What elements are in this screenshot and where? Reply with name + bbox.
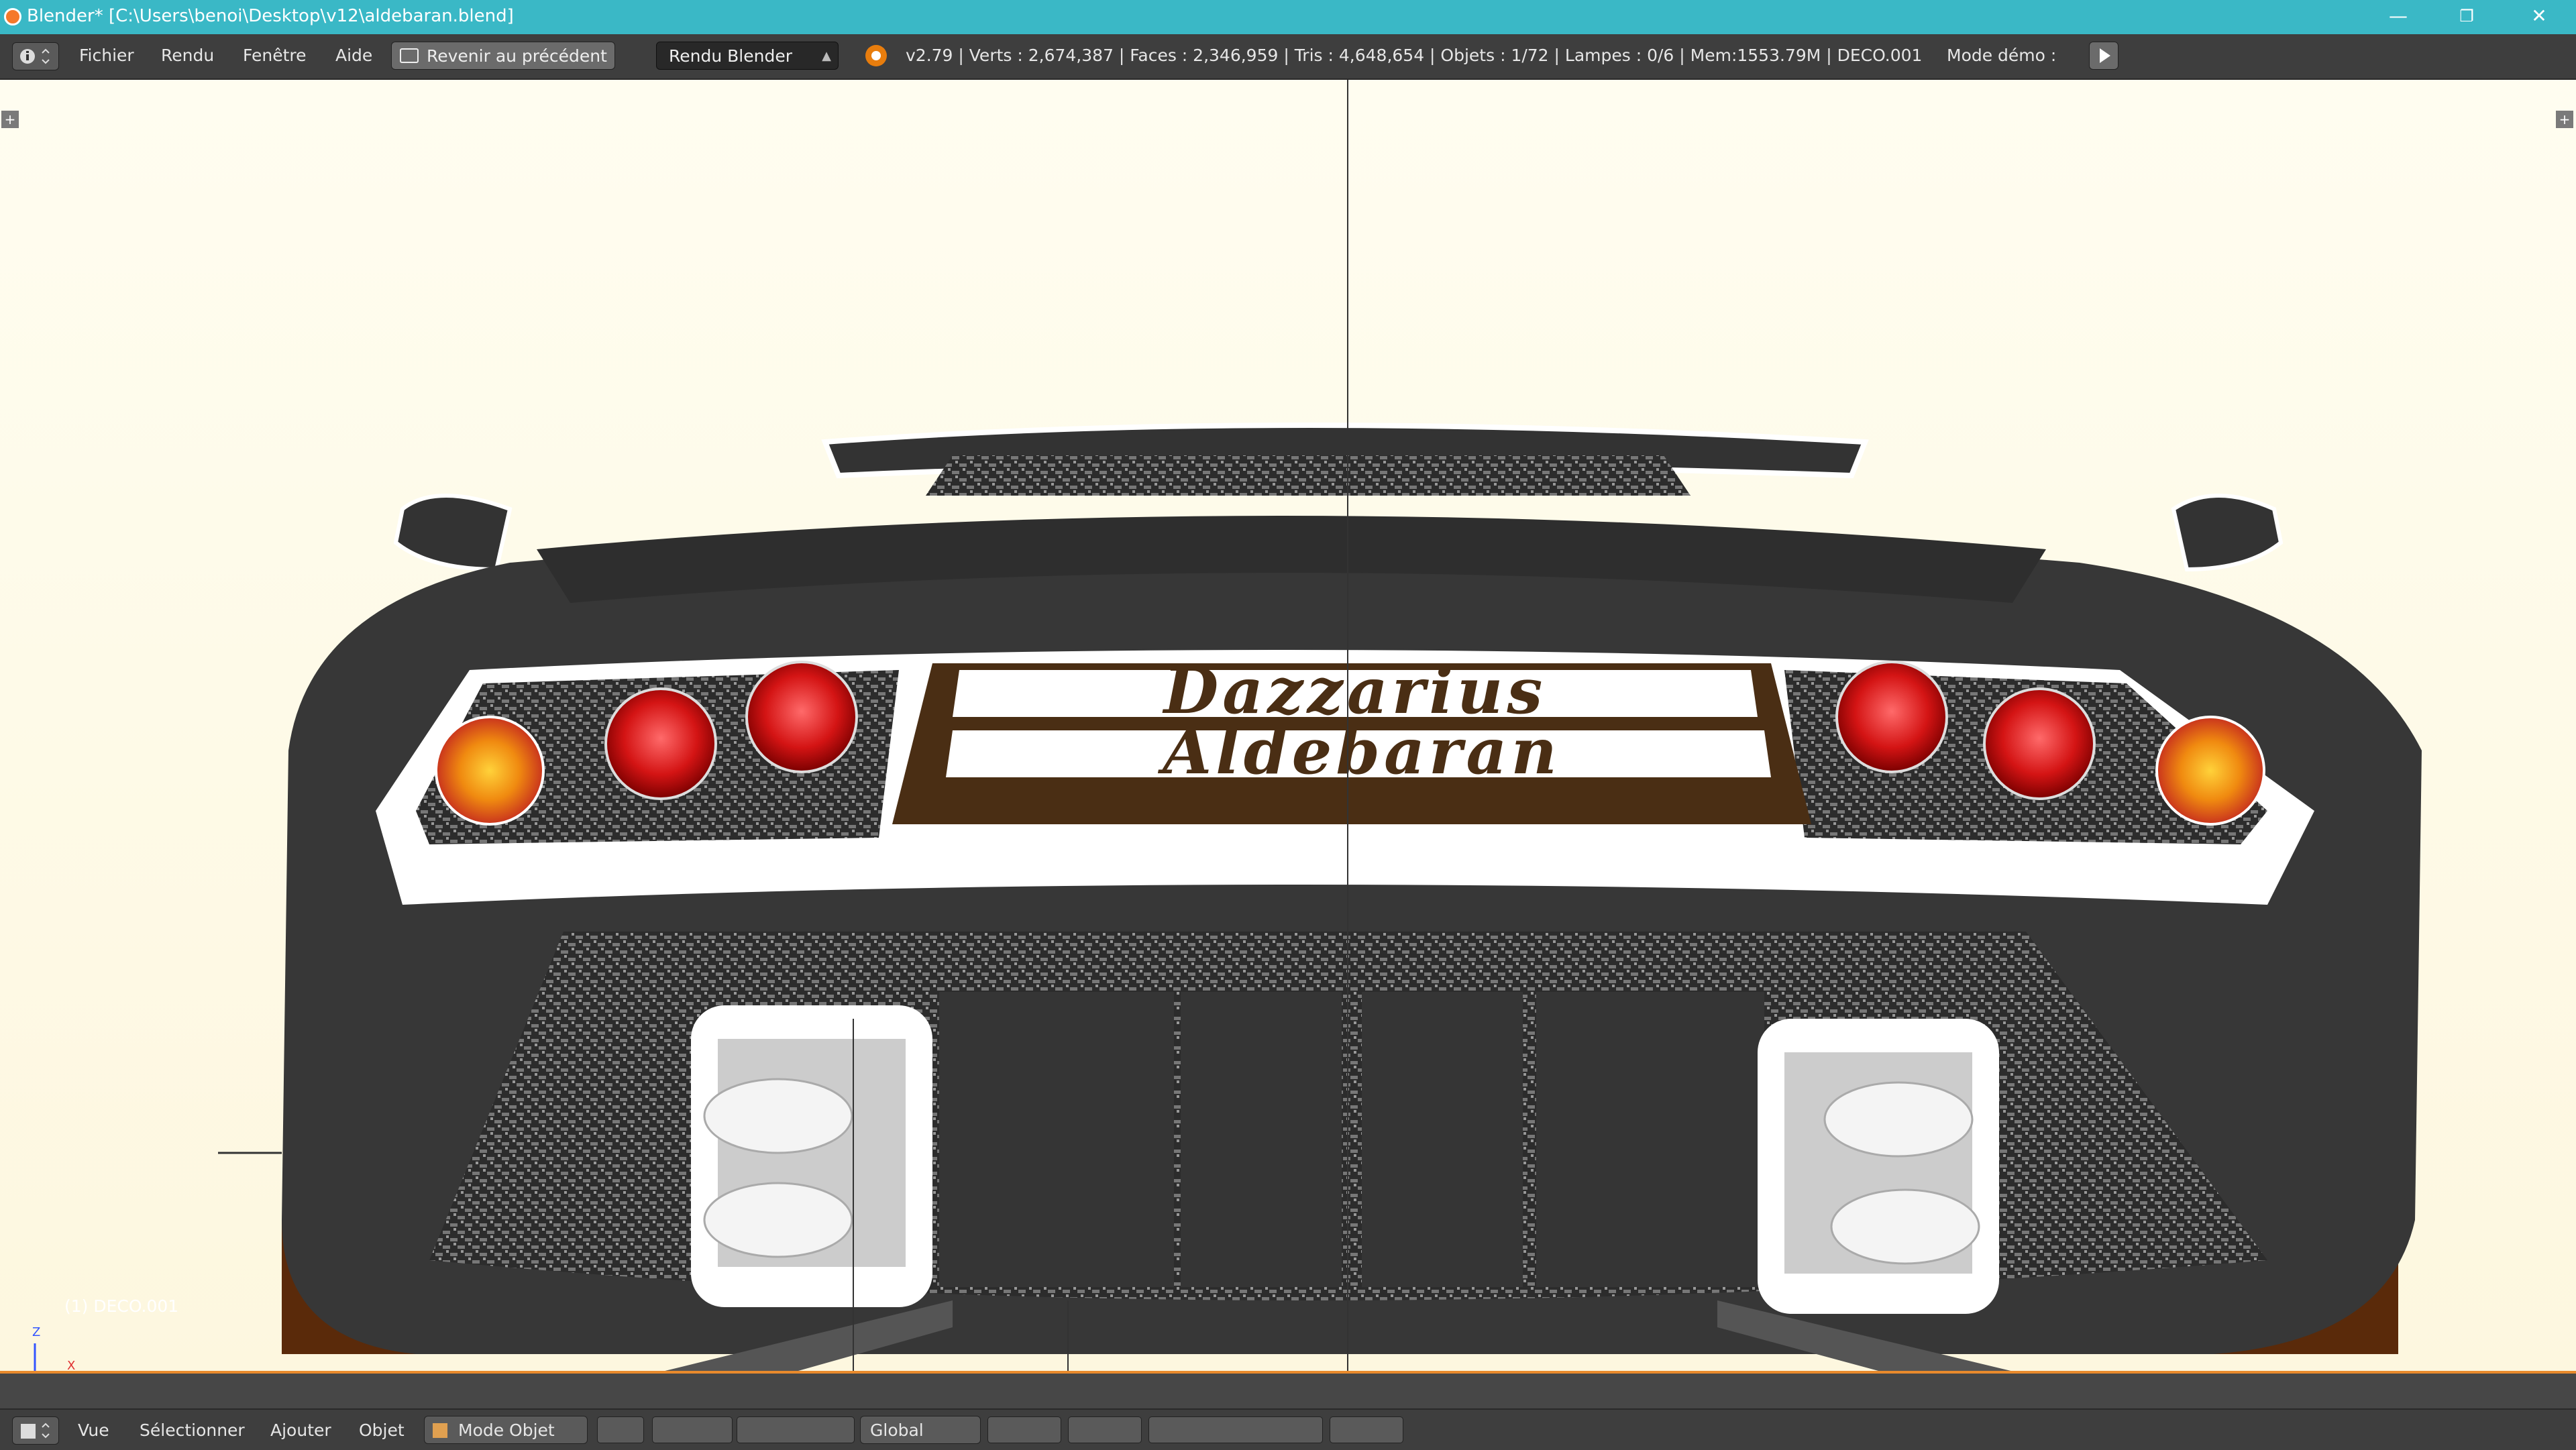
layer-buttons-1[interactable] (987, 1416, 1061, 1443)
info-icon (20, 48, 50, 64)
right-outer-light (2155, 716, 2265, 826)
menu-rendu[interactable]: Rendu (161, 46, 214, 65)
left-outer-light (435, 716, 545, 826)
interaction-mode-label: Mode Objet (458, 1420, 555, 1440)
pivot-and-manipulator-buttons[interactable] (652, 1416, 733, 1443)
restore-button[interactable]: ❐ (2436, 1, 2497, 31)
plate-text-line2: Aldebaran (1163, 715, 1561, 789)
transform-manipulator-buttons[interactable] (737, 1416, 855, 1443)
dropdown-arrows-icon: ▲ (822, 49, 831, 63)
back-to-previous-button[interactable]: Revenir au précédent (391, 42, 615, 70)
viewport-shading-button[interactable] (597, 1416, 644, 1443)
transform-orientation-select[interactable]: Global (860, 1416, 981, 1444)
back-screen-icon (400, 48, 419, 63)
transform-orientation-label: Global (870, 1420, 924, 1440)
menu-vue[interactable]: Vue (78, 1420, 109, 1440)
viewport-bottom-strip (0, 1374, 2576, 1408)
right-middle-light (1983, 687, 2096, 800)
render-engine-select[interactable]: Rendu Blender ▲ (656, 42, 839, 70)
window-title-bar: Blender* [C:\Users\benoi\Desktop\v12\ald… (0, 0, 2576, 34)
back-to-previous-label: Revenir au précédent (427, 46, 607, 66)
blender-icon (865, 45, 887, 66)
close-button[interactable]: ✕ (2509, 1, 2569, 31)
menu-fichier[interactable]: Fichier (79, 46, 134, 65)
render-engine-label: Rendu Blender (669, 46, 792, 66)
3d-viewport[interactable]: + + Dazzarius Aldebaran (0, 80, 2576, 1371)
menu-ajouter[interactable]: Ajouter (270, 1420, 331, 1440)
active-object-label: (1) DECO.001 (64, 1296, 179, 1316)
menu-fenetre[interactable]: Fenêtre (243, 46, 307, 65)
info-header: Fichier Rendu Fenêtre Aide Revenir au pr… (0, 34, 2576, 80)
3d-view-cube-icon (21, 1423, 50, 1439)
blender-logo-icon (4, 8, 21, 25)
render-buttons[interactable] (1330, 1416, 1403, 1443)
minimize-button[interactable]: — (2368, 1, 2428, 31)
snap-and-proportional-buttons[interactable] (1148, 1416, 1323, 1443)
menu-selectionner[interactable]: Sélectionner (140, 1420, 245, 1440)
play-demo-button[interactable] (2089, 42, 2118, 70)
scene-stats: v2.79 | Verts : 2,674,387 | Faces : 2,34… (906, 46, 1923, 65)
demo-mode-label: Mode démo : (1947, 46, 2057, 65)
timeline-line (0, 1371, 2576, 1374)
editor-type-button[interactable] (12, 42, 59, 70)
axis-z-label: Z (32, 1325, 41, 1339)
3d-view-header: Vue Sélectionner Ajouter Objet Mode Obje… (0, 1408, 2576, 1450)
3d-view-editor-type-button[interactable] (12, 1416, 59, 1445)
right-inner-light (1835, 661, 1948, 773)
left-middle-light (604, 687, 717, 800)
interaction-mode-select[interactable]: Mode Objet (424, 1416, 588, 1444)
menu-aide[interactable]: Aide (335, 46, 372, 65)
window-title: Blender* [C:\Users\benoi\Desktop\v12\ald… (27, 6, 514, 26)
layer-buttons-2[interactable] (1068, 1416, 1142, 1443)
object-mode-icon (433, 1423, 447, 1438)
center-guide-line (1347, 80, 1348, 1371)
left-inner-light (745, 661, 858, 773)
menu-objet[interactable]: Objet (359, 1420, 405, 1440)
